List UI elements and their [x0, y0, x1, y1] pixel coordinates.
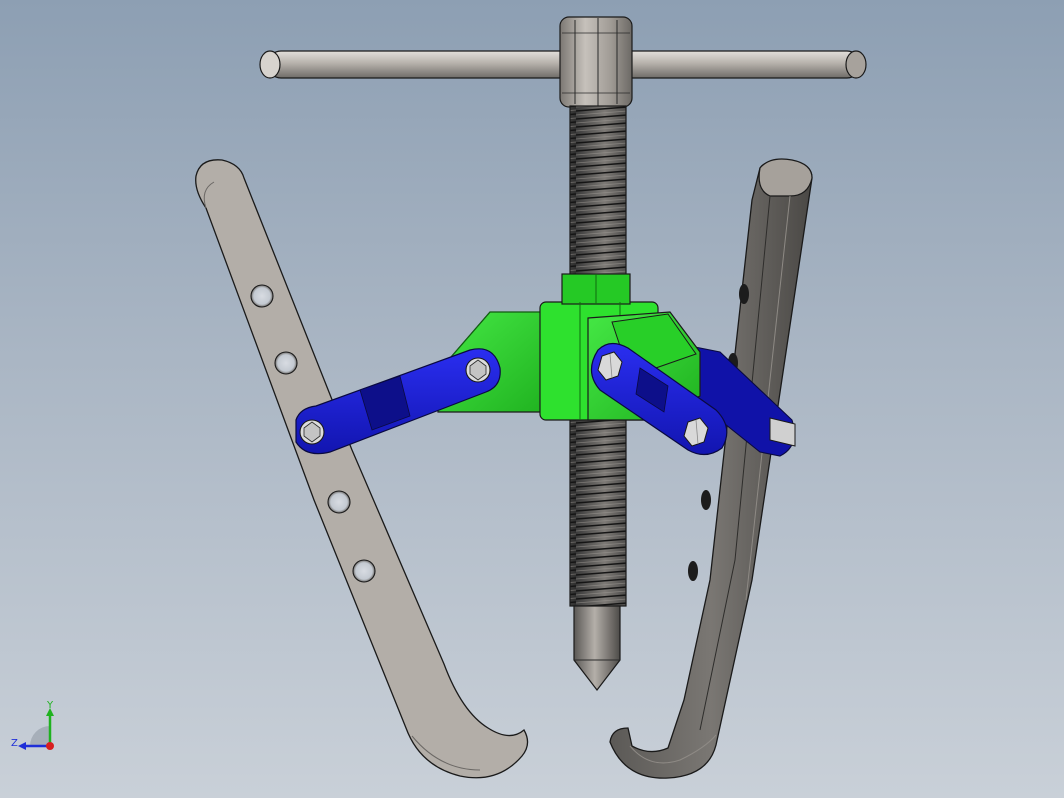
bolt-left-link-bottom — [299, 419, 325, 445]
cad-viewport[interactable]: Y Z — [0, 0, 1064, 798]
triad-y-label: Y — [46, 700, 54, 711]
gear-puller-model: Y Z — [11, 16, 867, 779]
handle-nut — [559, 16, 633, 108]
right-jaw-arm — [609, 158, 813, 779]
left-jaw-arm — [195, 159, 529, 779]
coordinate-triad: Y Z — [11, 700, 54, 750]
triad-z-label: Z — [11, 738, 18, 749]
triad-z-arrow — [18, 742, 26, 750]
bolt-left-link-top — [465, 357, 491, 383]
triad-x-dot — [46, 742, 54, 750]
